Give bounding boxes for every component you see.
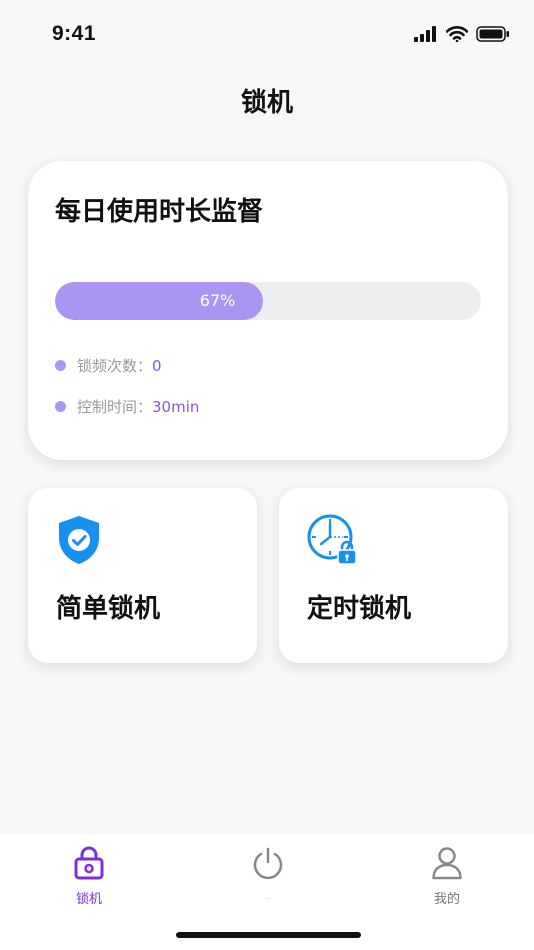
status-icons [414,26,510,46]
wifi-icon [445,26,469,46]
power-icon [252,846,284,884]
usage-progress-bar: 67% [55,282,481,320]
tab-lock[interactable]: 锁机 [29,846,149,908]
signal-icon [414,26,438,46]
action-label: 定时锁机 [307,594,412,624]
action-label: 简单锁机 [56,594,161,624]
home-indicator [176,932,361,938]
tab-label: ... [265,894,271,901]
tab-power[interactable]: ... [208,846,328,908]
stat-value: 30min [152,397,200,416]
user-icon [431,846,463,884]
card-title: 每日使用时长监督 [55,197,264,227]
tab-profile[interactable]: 我的 [387,846,507,908]
stat-row-lock-count: 锁频次数： 0 [55,355,162,376]
battery-icon [476,26,510,46]
progress-fill: 67% [55,282,264,320]
bullet-dot [55,401,66,412]
timed-lock-button[interactable]: 定时锁机 [279,488,508,663]
tab-label: 锁机 [75,892,102,907]
stat-value: 0 [152,356,162,375]
bullet-dot [55,360,66,371]
simple-lock-button[interactable]: 简单锁机 [28,488,257,663]
page-title: 锁机 [240,88,293,118]
progress-label: 67% [199,291,236,310]
usage-stats-card: 每日使用时长监督 67% 锁频次数： 0 控制时间： 30min [28,161,508,460]
stat-label: 控制时间： [77,398,153,416]
shield-check-icon [56,514,102,570]
status-time: 9:41 [52,22,97,45]
lock-icon [74,846,104,884]
stat-row-control-time: 控制时间： 30min [55,396,199,417]
clock-lock-icon [307,514,361,572]
tab-label: 我的 [433,892,460,907]
status-bar: 9:41 [0,0,534,70]
stat-label: 锁频次数： [77,357,153,375]
